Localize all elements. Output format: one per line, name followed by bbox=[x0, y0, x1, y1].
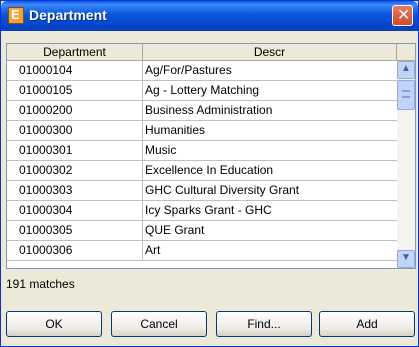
cell-descr: QUE Grant bbox=[145, 223, 205, 237]
cell-department: 01000301 bbox=[7, 141, 143, 160]
vertical-scrollbar[interactable]: ▲ ▼ bbox=[397, 61, 415, 268]
cell-descr: Icy Sparks Grant - GHC bbox=[145, 203, 272, 217]
close-icon: ✕ bbox=[397, 5, 411, 24]
cell-descr: Music bbox=[145, 143, 177, 157]
department-dialog: E Department ✕ Department Descr 01000104… bbox=[0, 0, 419, 347]
cell-department: 01000306 bbox=[7, 241, 143, 260]
cell-descr: GHC Cultural Diversity Grant bbox=[145, 183, 300, 197]
cell-department: 01000200 bbox=[7, 101, 143, 120]
cell-descr: Ag - Lottery Matching bbox=[145, 83, 260, 97]
table-row[interactable]: 01000303 GHC Cultural Diversity Grant bbox=[7, 181, 397, 201]
cell-descr: Art bbox=[145, 243, 161, 257]
arrow-down-icon: ▼ bbox=[401, 252, 411, 263]
table-row[interactable]: 01000105 Ag - Lottery Matching bbox=[7, 81, 397, 101]
department-grid: Department Descr 01000104 Ag/For/Pastures… bbox=[6, 43, 416, 269]
cell-descr: Ag/For/Pastures bbox=[145, 63, 232, 77]
find-button[interactable]: Find... bbox=[216, 311, 312, 337]
table-row[interactable]: 01000302 Excellence In Education bbox=[7, 161, 397, 181]
arrow-up-icon: ▲ bbox=[401, 63, 411, 74]
match-count: 191 matches bbox=[6, 277, 75, 291]
cell-department: 01000104 bbox=[7, 61, 143, 80]
grid-rows: 01000104 Ag/For/Pastures 01000105 Ag - Lot… bbox=[7, 61, 397, 261]
scroll-thumb[interactable] bbox=[397, 80, 415, 110]
table-row[interactable]: 01000104 Ag/For/Pastures bbox=[7, 61, 397, 81]
cancel-button[interactable]: Cancel bbox=[111, 311, 207, 337]
window-title: Department bbox=[29, 7, 107, 23]
scroll-up-button[interactable]: ▲ bbox=[397, 61, 415, 79]
table-row[interactable]: 01000200 Business Administration bbox=[7, 101, 397, 121]
cell-department: 01000302 bbox=[7, 161, 143, 180]
cell-descr: Business Administration bbox=[145, 103, 273, 117]
title-bar[interactable]: E Department ✕ bbox=[1, 1, 418, 31]
cell-department: 01000105 bbox=[7, 81, 143, 100]
table-row[interactable]: 01000304 Icy Sparks Grant - GHC bbox=[7, 201, 397, 221]
add-button[interactable]: Add bbox=[319, 311, 415, 337]
table-row[interactable]: 01000300 Humanities bbox=[7, 121, 397, 141]
column-header-descr[interactable]: Descr bbox=[143, 44, 397, 61]
cell-descr: Humanities bbox=[145, 123, 206, 137]
cell-descr: Excellence In Education bbox=[145, 163, 274, 177]
scroll-down-button[interactable]: ▼ bbox=[397, 250, 415, 268]
column-header-department[interactable]: Department bbox=[7, 44, 143, 61]
cell-department: 01000300 bbox=[7, 121, 143, 140]
cell-department: 01000303 bbox=[7, 181, 143, 200]
table-row[interactable]: 01000301 Music bbox=[7, 141, 397, 161]
ok-button[interactable]: OK bbox=[6, 311, 102, 337]
cell-department: 01000304 bbox=[7, 201, 143, 220]
column-header-corner bbox=[397, 44, 415, 61]
table-row[interactable]: 01000305 QUE Grant bbox=[7, 221, 397, 241]
app-icon: E bbox=[8, 7, 24, 24]
close-button[interactable]: ✕ bbox=[392, 5, 413, 26]
cell-department: 01000305 bbox=[7, 221, 143, 240]
table-row[interactable]: 01000306 Art bbox=[7, 241, 397, 261]
